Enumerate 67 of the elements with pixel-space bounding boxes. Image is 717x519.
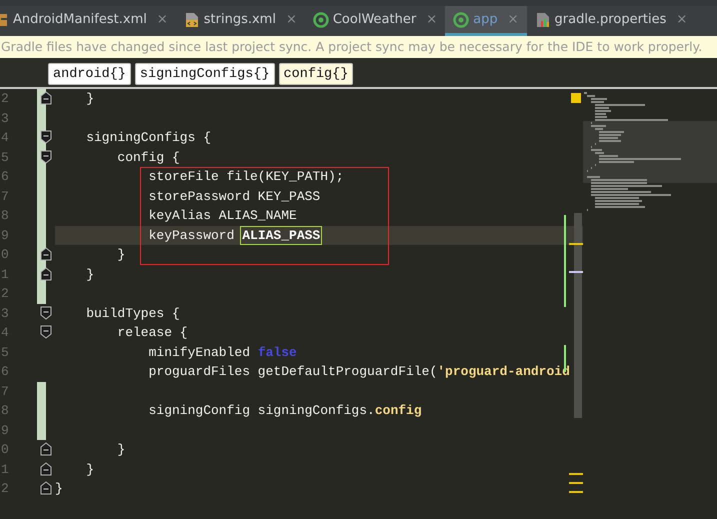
breadcrumb[interactable]: signingConfigs{} bbox=[134, 63, 275, 85]
line-number: 0 bbox=[1, 441, 10, 459]
line-number: 3 bbox=[1, 304, 10, 322]
editor-tab[interactable]: AndroidManifest.xml × bbox=[0, 6, 176, 36]
fold-icon[interactable] bbox=[40, 481, 52, 495]
line-number: 3 bbox=[1, 110, 10, 128]
sync-notification: Gradle files have changed since last project sync. A project sync may be necessary for the IDE to work properly. bbox=[1, 39, 702, 54]
editor-tab[interactable]: gradle.properties × bbox=[526, 6, 696, 36]
code-line: proguardFiles getDefaultProguardFile('proguard-android bbox=[148, 364, 570, 379]
change-stripe bbox=[564, 345, 566, 372]
code-line: minifyEnabled false bbox=[148, 344, 297, 360]
line-number: 6 bbox=[1, 168, 10, 186]
line-number: 9 bbox=[1, 226, 10, 244]
code-line: storePassword KEY_PASS bbox=[148, 188, 320, 204]
line-number: 4 bbox=[1, 129, 10, 147]
code-line: buildTypes { bbox=[86, 306, 180, 320]
fold-icon[interactable] bbox=[40, 266, 52, 280]
line-number: 5 bbox=[1, 148, 10, 166]
code-line: keyAlias ALIAS_NAME bbox=[148, 208, 297, 223]
warning-marker bbox=[569, 482, 583, 484]
line-number: 1 bbox=[1, 460, 10, 478]
warning-marker bbox=[569, 243, 583, 245]
line-number: 6 bbox=[1, 363, 10, 381]
line-number: 7 bbox=[1, 382, 10, 400]
fold-icon[interactable] bbox=[40, 325, 52, 339]
code-line: } bbox=[86, 91, 94, 106]
fold-icon[interactable] bbox=[40, 150, 52, 164]
code-line: keyPassword ALIAS_PASS bbox=[148, 228, 320, 242]
fold-icon[interactable] bbox=[40, 130, 52, 144]
line-number: 7 bbox=[1, 188, 10, 206]
fold-icon[interactable] bbox=[40, 91, 52, 105]
breadcrumb[interactable]: android{} bbox=[48, 63, 131, 85]
fold-icon[interactable] bbox=[40, 306, 52, 320]
code-line: } bbox=[86, 462, 94, 476]
editor-tab[interactable]: strings.xml × bbox=[176, 6, 305, 36]
line-number: 8 bbox=[1, 207, 10, 225]
code-line: } bbox=[117, 442, 126, 457]
code-line: } bbox=[86, 266, 94, 282]
code-line: storeFile file(KEY_PATH); bbox=[148, 169, 344, 184]
fold-icon[interactable] bbox=[40, 247, 52, 261]
module-icon bbox=[312, 12, 329, 28]
line-number: 4 bbox=[1, 324, 10, 342]
line-number: 2 bbox=[1, 90, 10, 108]
module-icon bbox=[453, 12, 470, 28]
code-line: } bbox=[117, 247, 126, 262]
breadcrumb[interactable]: config{} bbox=[278, 63, 354, 85]
fold-icon[interactable] bbox=[40, 462, 52, 476]
code-line: release { bbox=[117, 325, 188, 340]
warning-marker bbox=[569, 491, 583, 493]
line-number: 1 bbox=[1, 266, 10, 284]
line-number: 8 bbox=[1, 402, 10, 420]
warning-marker bbox=[571, 93, 581, 103]
line-number: 2 bbox=[1, 480, 10, 498]
file-icon bbox=[184, 12, 200, 28]
caret-marker bbox=[569, 271, 583, 273]
code-line: } bbox=[55, 481, 63, 496]
line-number: 5 bbox=[1, 344, 10, 362]
line-number: 9 bbox=[1, 422, 10, 440]
code-line: signingConfigs { bbox=[86, 130, 212, 145]
fold-icon[interactable] bbox=[40, 442, 52, 456]
warning-marker bbox=[569, 473, 583, 475]
line-number: 2 bbox=[1, 285, 10, 303]
editor-tab[interactable]: CoolWeather × bbox=[304, 6, 446, 36]
code-line: signingConfig signingConfigs.config bbox=[148, 403, 422, 418]
code-line: config { bbox=[117, 150, 180, 164]
chart-file-icon bbox=[534, 12, 550, 28]
line-number: 0 bbox=[1, 246, 10, 264]
